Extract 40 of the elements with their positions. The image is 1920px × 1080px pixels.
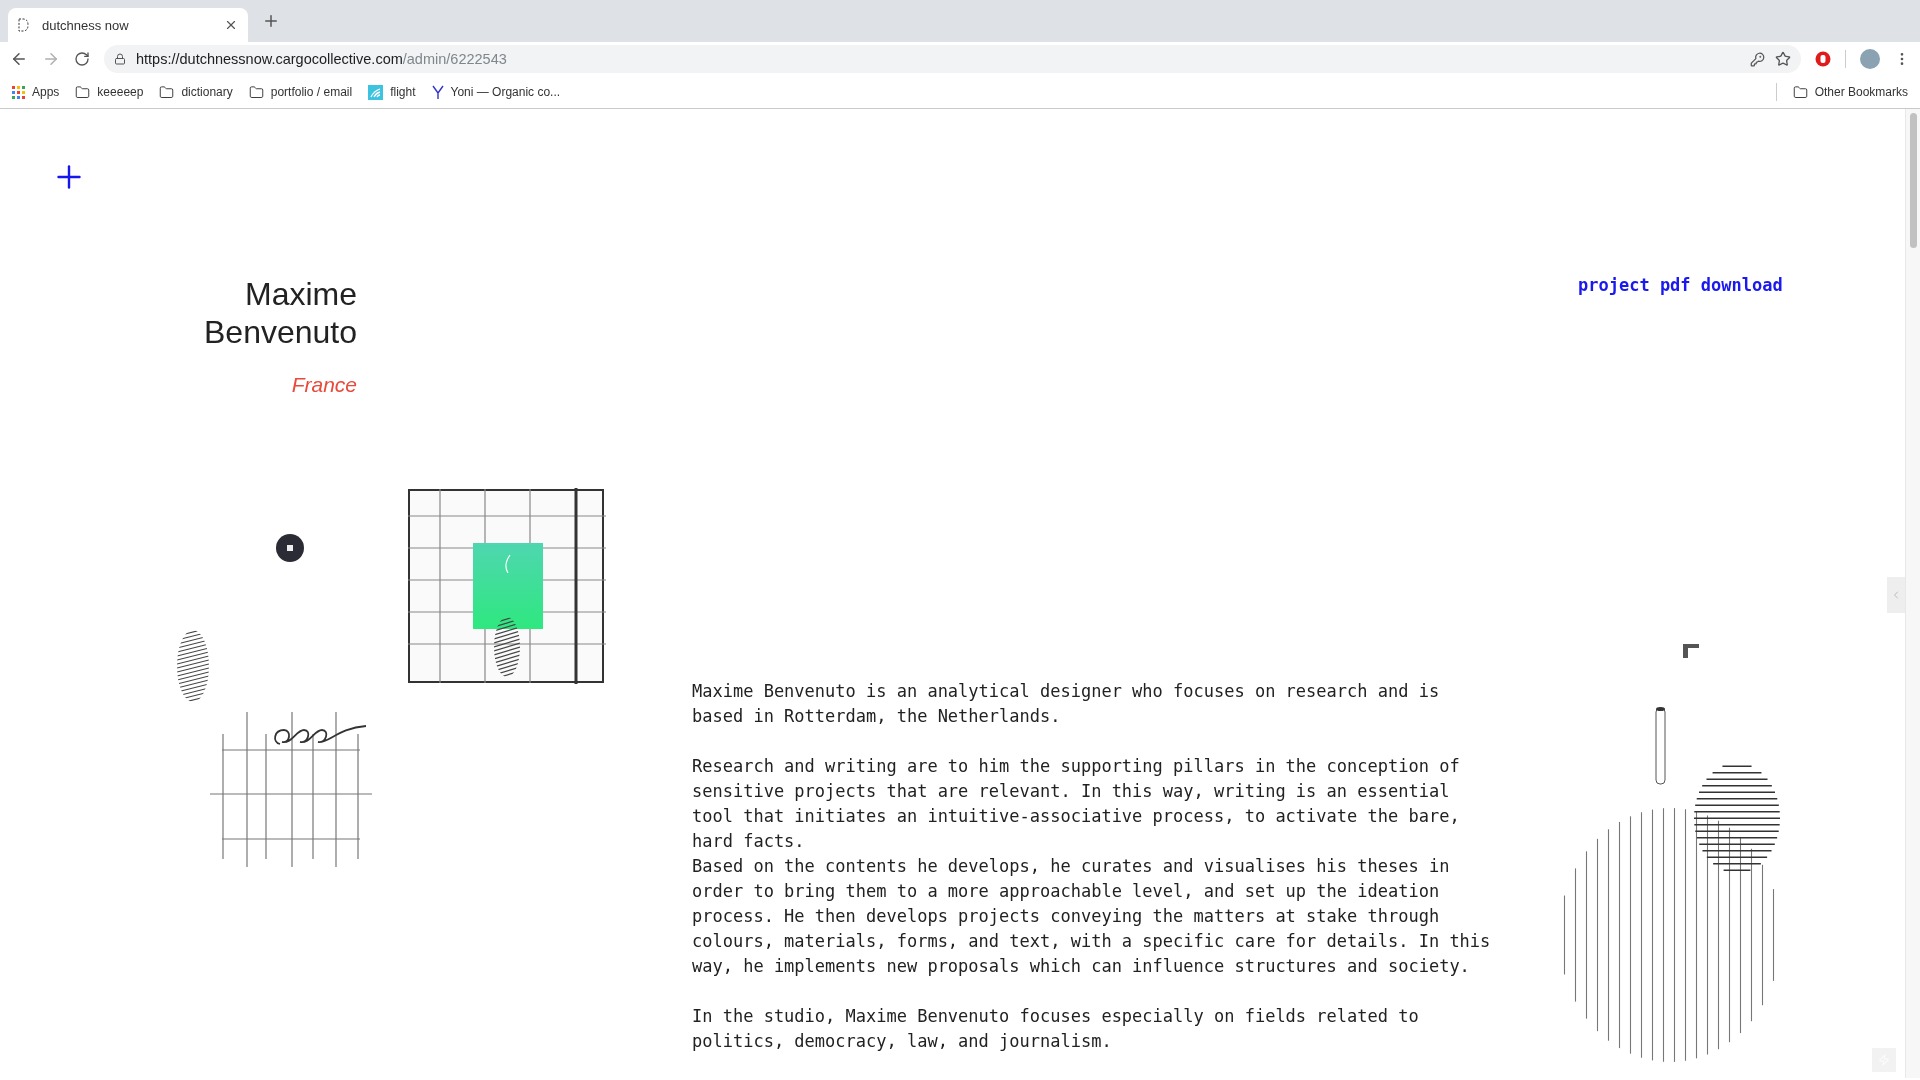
apps-grid-icon xyxy=(12,85,25,99)
folder-icon xyxy=(1792,84,1808,100)
artist-name: Maxime Benvenuto xyxy=(203,275,357,351)
url-text: https://dutchnessnow.cargocollective.com/admin/6222543 xyxy=(136,51,508,67)
scrollbar[interactable] xyxy=(1905,109,1920,1078)
bio-paragraph: Based on the contents he develops, he curates and visualises his theses in order to bring them to a more approachable level, and set up the ideation process. He then develops projects conveying the matters at stake through colours, materials, forms, and text, with a specific care for details. In this way, he implements new proposals which can influence structures and society. xyxy=(692,855,1492,978)
bookmark[interactable]: Apps xyxy=(12,85,60,99)
extension-icon[interactable] xyxy=(1815,51,1831,67)
folder-icon xyxy=(159,84,175,100)
reload-button[interactable] xyxy=(74,51,90,67)
bio-paragraph: Research and writing are to him the supporting pillars in the conception of sensitive projects that are relevant. In this way, writing is an essential tool that initiates an intuitive-associative process, to activate the bare, hard facts. xyxy=(692,755,1461,853)
lock-icon xyxy=(114,53,126,65)
profile-avatar[interactable] xyxy=(1860,49,1880,69)
small-block-drawing xyxy=(1683,644,1699,658)
tab-title: dutchness now xyxy=(42,17,130,33)
bookmark[interactable]: keeeeep xyxy=(75,84,144,100)
country-label: France xyxy=(290,373,357,397)
y-letter-icon xyxy=(431,84,444,100)
wave-icon xyxy=(368,84,384,100)
address-bar[interactable]: https://dutchnessnow.cargocollective.com/admin/6222543 xyxy=(104,45,1801,73)
bookmark-star-button[interactable] xyxy=(1775,51,1791,67)
browser-tab[interactable]: dutchness now xyxy=(8,8,248,42)
bookmark[interactable]: Yoni — Organic co... xyxy=(431,84,561,100)
page-favicon xyxy=(18,17,32,33)
hatched-oval-drawing xyxy=(177,630,209,702)
back-button[interactable] xyxy=(10,50,28,68)
close-icon[interactable] xyxy=(224,18,238,32)
folder-icon xyxy=(248,84,264,100)
bio-paragraph: Maxime Benvenuto is an analytical designer who focuses on research and is based in Rotterdam, the Netherlands. xyxy=(692,680,1441,728)
bookmark[interactable]: dictionary xyxy=(159,84,233,100)
pdf-download-link[interactable]: project pdf download xyxy=(1578,275,1905,295)
bookmark[interactable]: flight xyxy=(368,84,416,100)
other-bookmarks[interactable]: Other Bookmarks xyxy=(1792,84,1908,100)
bookmark[interactable]: portfolio / email xyxy=(248,84,353,100)
round-dot-drawing xyxy=(276,534,304,562)
new-tab-button[interactable] xyxy=(262,12,280,30)
scroll-thumb[interactable] xyxy=(1909,113,1917,248)
key-icon[interactable] xyxy=(1750,51,1765,67)
bio-paragraph: In the studio, Maxime Benvenuto focuses especially on fields related to politics, democracy, law, and journalism. xyxy=(692,1005,1420,1053)
folder-icon xyxy=(75,84,91,100)
